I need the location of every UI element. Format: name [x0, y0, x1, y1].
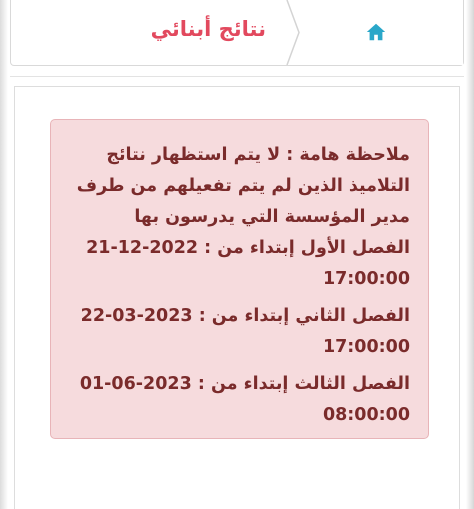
- semester-1-time: 17:00:00: [322, 269, 410, 289]
- semester-3-row: الفصل الثالث إبتداء من : 01-06-2023: [69, 369, 410, 400]
- notice-line-2: التلاميذ الذين لم يتم تفعيلهم من طرف: [76, 176, 410, 196]
- home-link[interactable]: [283, 0, 463, 65]
- semester-2-label: الفصل الثاني إبتداء من :: [198, 306, 410, 326]
- semester-3-time: 08:00:00: [322, 405, 410, 425]
- right-edge-shadow: [466, 0, 474, 509]
- home-icon[interactable]: [365, 21, 387, 43]
- left-edge-shadow: [0, 0, 8, 509]
- semester-1-label: الفصل الأول إبتداء من :: [204, 238, 410, 258]
- semester-2-time: 17:00:00: [322, 337, 410, 357]
- semester-3-date: 01-06-2023: [79, 374, 192, 394]
- app-frame: نتائج أبنائي ملاحظة هامة : لا يتم استظها…: [0, 0, 474, 509]
- notice-line-1: ملاحظة هامة : لا يتم استظهار نتائج: [106, 145, 410, 165]
- semester-1-date: 21-12-2022: [86, 238, 199, 258]
- header-divider: [10, 76, 464, 77]
- notice-alert: ملاحظة هامة : لا يتم استظهار نتائج التلا…: [50, 119, 429, 439]
- semester-2-row: الفصل الثاني إبتداء من : 22-03-2023: [69, 301, 410, 332]
- notice-line-3: مدير المؤسسة التي يدرسون بها: [134, 207, 410, 227]
- page-title: نتائج أبنائي: [150, 17, 266, 41]
- breadcrumb: نتائج أبنائي: [10, 0, 464, 66]
- semester-2-date: 22-03-2023: [80, 306, 193, 326]
- breadcrumb-separator-icon: [286, 0, 300, 65]
- semester-3-label: الفصل الثالث إبتداء من :: [197, 374, 410, 394]
- semester-1-row: الفصل الأول إبتداء من : 21-12-2022: [69, 233, 410, 264]
